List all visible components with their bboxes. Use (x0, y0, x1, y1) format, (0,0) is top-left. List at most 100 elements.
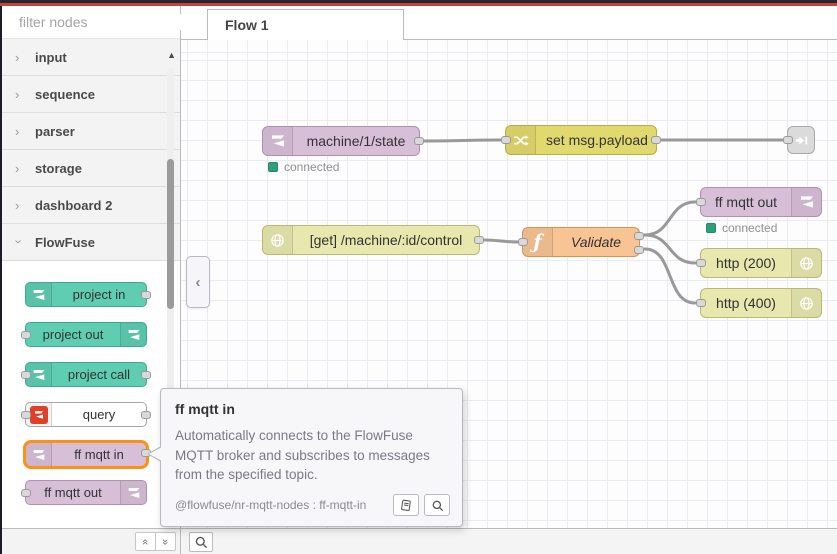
search-flows-button[interactable] (189, 531, 213, 552)
input-port[interactable] (21, 331, 31, 339)
node-status: connected (268, 160, 339, 174)
palette-category-storage[interactable]: › storage (2, 150, 180, 187)
output-port[interactable] (414, 137, 424, 145)
palette-node-project-out[interactable]: project out (21, 322, 147, 347)
output-port[interactable] (141, 411, 151, 419)
globe-icon (263, 226, 293, 254)
category-label: parser (35, 123, 75, 139)
chevron-right-icon: › (15, 160, 20, 176)
link-out-icon (795, 136, 807, 144)
search-icon (195, 536, 208, 548)
palette-sidebar: › input › sequence › parser › storage › … (0, 6, 200, 554)
status-text: connected (284, 160, 340, 174)
tooltip-description: Automatically connects to the FlowFuse M… (175, 428, 430, 483)
scroll-up-arrow-icon[interactable]: ▲ (167, 50, 176, 60)
flow-node-ff-mqtt-out[interactable]: ff mqtt out (696, 187, 822, 217)
search-icon (432, 500, 443, 511)
status-text: connected (722, 221, 778, 235)
palette-category-dashboard2[interactable]: › dashboard 2 (2, 187, 180, 224)
input-port[interactable] (21, 371, 31, 379)
chevron-right-icon: › (15, 197, 20, 213)
book-icon (401, 499, 411, 512)
input-port[interactable] (696, 259, 706, 267)
output-port[interactable] (651, 136, 661, 144)
palette-footer: « » (2, 528, 180, 554)
node-label: machine/1/state (306, 133, 406, 149)
chevron-right-icon: › (15, 86, 20, 102)
status-dot-green (706, 223, 716, 233)
node-label: Validate (570, 234, 622, 250)
collapse-all-button[interactable]: « (135, 532, 156, 551)
output-port-2[interactable] (634, 246, 644, 254)
zoom-help-button[interactable] (424, 494, 450, 516)
flow-tab-bar: Flow 1 (181, 6, 837, 40)
tab-label: Flow 1 (225, 17, 269, 33)
palette-node-ff-mqtt-out[interactable]: ff mqtt out (21, 480, 147, 505)
category-label: dashboard 2 (35, 197, 113, 213)
globe-icon (791, 249, 821, 277)
workspace-footer (181, 528, 837, 554)
palette-node-project-call[interactable]: project call (21, 362, 151, 387)
palette-node-label: ff mqtt out (44, 485, 102, 500)
palette-node-label: project call (67, 367, 131, 382)
output-port[interactable] (474, 236, 484, 244)
palette-category-sequence[interactable]: › sequence (2, 76, 180, 113)
palette-node-project-in[interactable]: project in (25, 282, 151, 307)
flow-node-mqtt-in[interactable]: machine/1/state (262, 126, 424, 156)
open-docs-button[interactable] (393, 494, 419, 516)
filter-nodes-input[interactable] (19, 14, 200, 30)
flow-node-http-in[interactable]: [get] /machine/:id/control (262, 225, 484, 255)
palette-node-label: query (82, 407, 116, 422)
flowfuse-icon (26, 283, 52, 306)
input-port[interactable] (501, 136, 511, 144)
flow-node-change[interactable]: set msg.payload (501, 125, 661, 155)
flow-node-http-response-200[interactable]: http (200) (696, 248, 822, 278)
wire (483, 238, 519, 244)
flow-node-function-validate[interactable]: ƒ Validate (518, 227, 644, 257)
node-info-tooltip: ff mqtt in Automatically connects to the… (147, 388, 463, 527)
tooltip-module-id: @flowfuse/nr-mqtt-nodes : ff-mqtt-in (175, 498, 367, 512)
flowfuse-icon (791, 188, 821, 216)
expand-all-button[interactable]: » (155, 532, 176, 551)
node-label: http (200) (716, 255, 776, 271)
category-label: FlowFuse (35, 234, 95, 250)
input-port[interactable] (696, 299, 706, 307)
palette-search[interactable] (2, 6, 200, 39)
category-label: storage (35, 160, 82, 176)
palette-node-query[interactable]: query (21, 402, 151, 427)
node-red-editor: › input › sequence › parser › storage › … (0, 0, 837, 554)
input-port[interactable] (518, 238, 528, 246)
palette-category-flowfuse[interactable]: › FlowFuse (2, 224, 180, 261)
input-port[interactable] (783, 136, 793, 144)
output-port-1[interactable] (634, 232, 644, 240)
node-label: http (400) (716, 295, 776, 311)
flow-node-http-response-400[interactable]: http (400) (696, 288, 822, 318)
wire (423, 138, 502, 143)
chevron-right-icon: › (15, 49, 20, 65)
chevron-right-icon: › (15, 123, 20, 139)
palette-collapse-button[interactable]: ‹ (186, 256, 210, 308)
palette-node-label: project out (42, 327, 104, 342)
palette-scrollbar-thumb[interactable] (167, 159, 174, 309)
flowfuse-icon (120, 481, 146, 504)
palette-node-ff-mqtt-in[interactable]: ff mqtt in (23, 440, 151, 469)
input-port[interactable] (696, 198, 706, 206)
palette-category-input[interactable]: › input (2, 39, 180, 76)
status-dot-green (268, 162, 278, 172)
category-label: input (35, 49, 67, 65)
node-label: set msg.payload (546, 132, 648, 148)
flowfuse-icon (120, 323, 146, 346)
flowfuse-icon (263, 127, 293, 155)
tab-flow-1[interactable]: Flow 1 (207, 9, 404, 40)
chevron-down-icon: › (11, 239, 27, 244)
palette-category-parser[interactable]: › parser (2, 113, 180, 150)
flowfuse-icon (26, 443, 52, 466)
node-label: ff mqtt out (715, 194, 777, 210)
output-port[interactable] (141, 291, 151, 299)
input-port[interactable] (21, 411, 31, 419)
category-label: sequence (35, 86, 95, 102)
flow-node-link-out[interactable] (783, 126, 815, 154)
input-port[interactable] (21, 489, 31, 497)
output-port[interactable] (141, 371, 151, 379)
wire (643, 247, 697, 305)
